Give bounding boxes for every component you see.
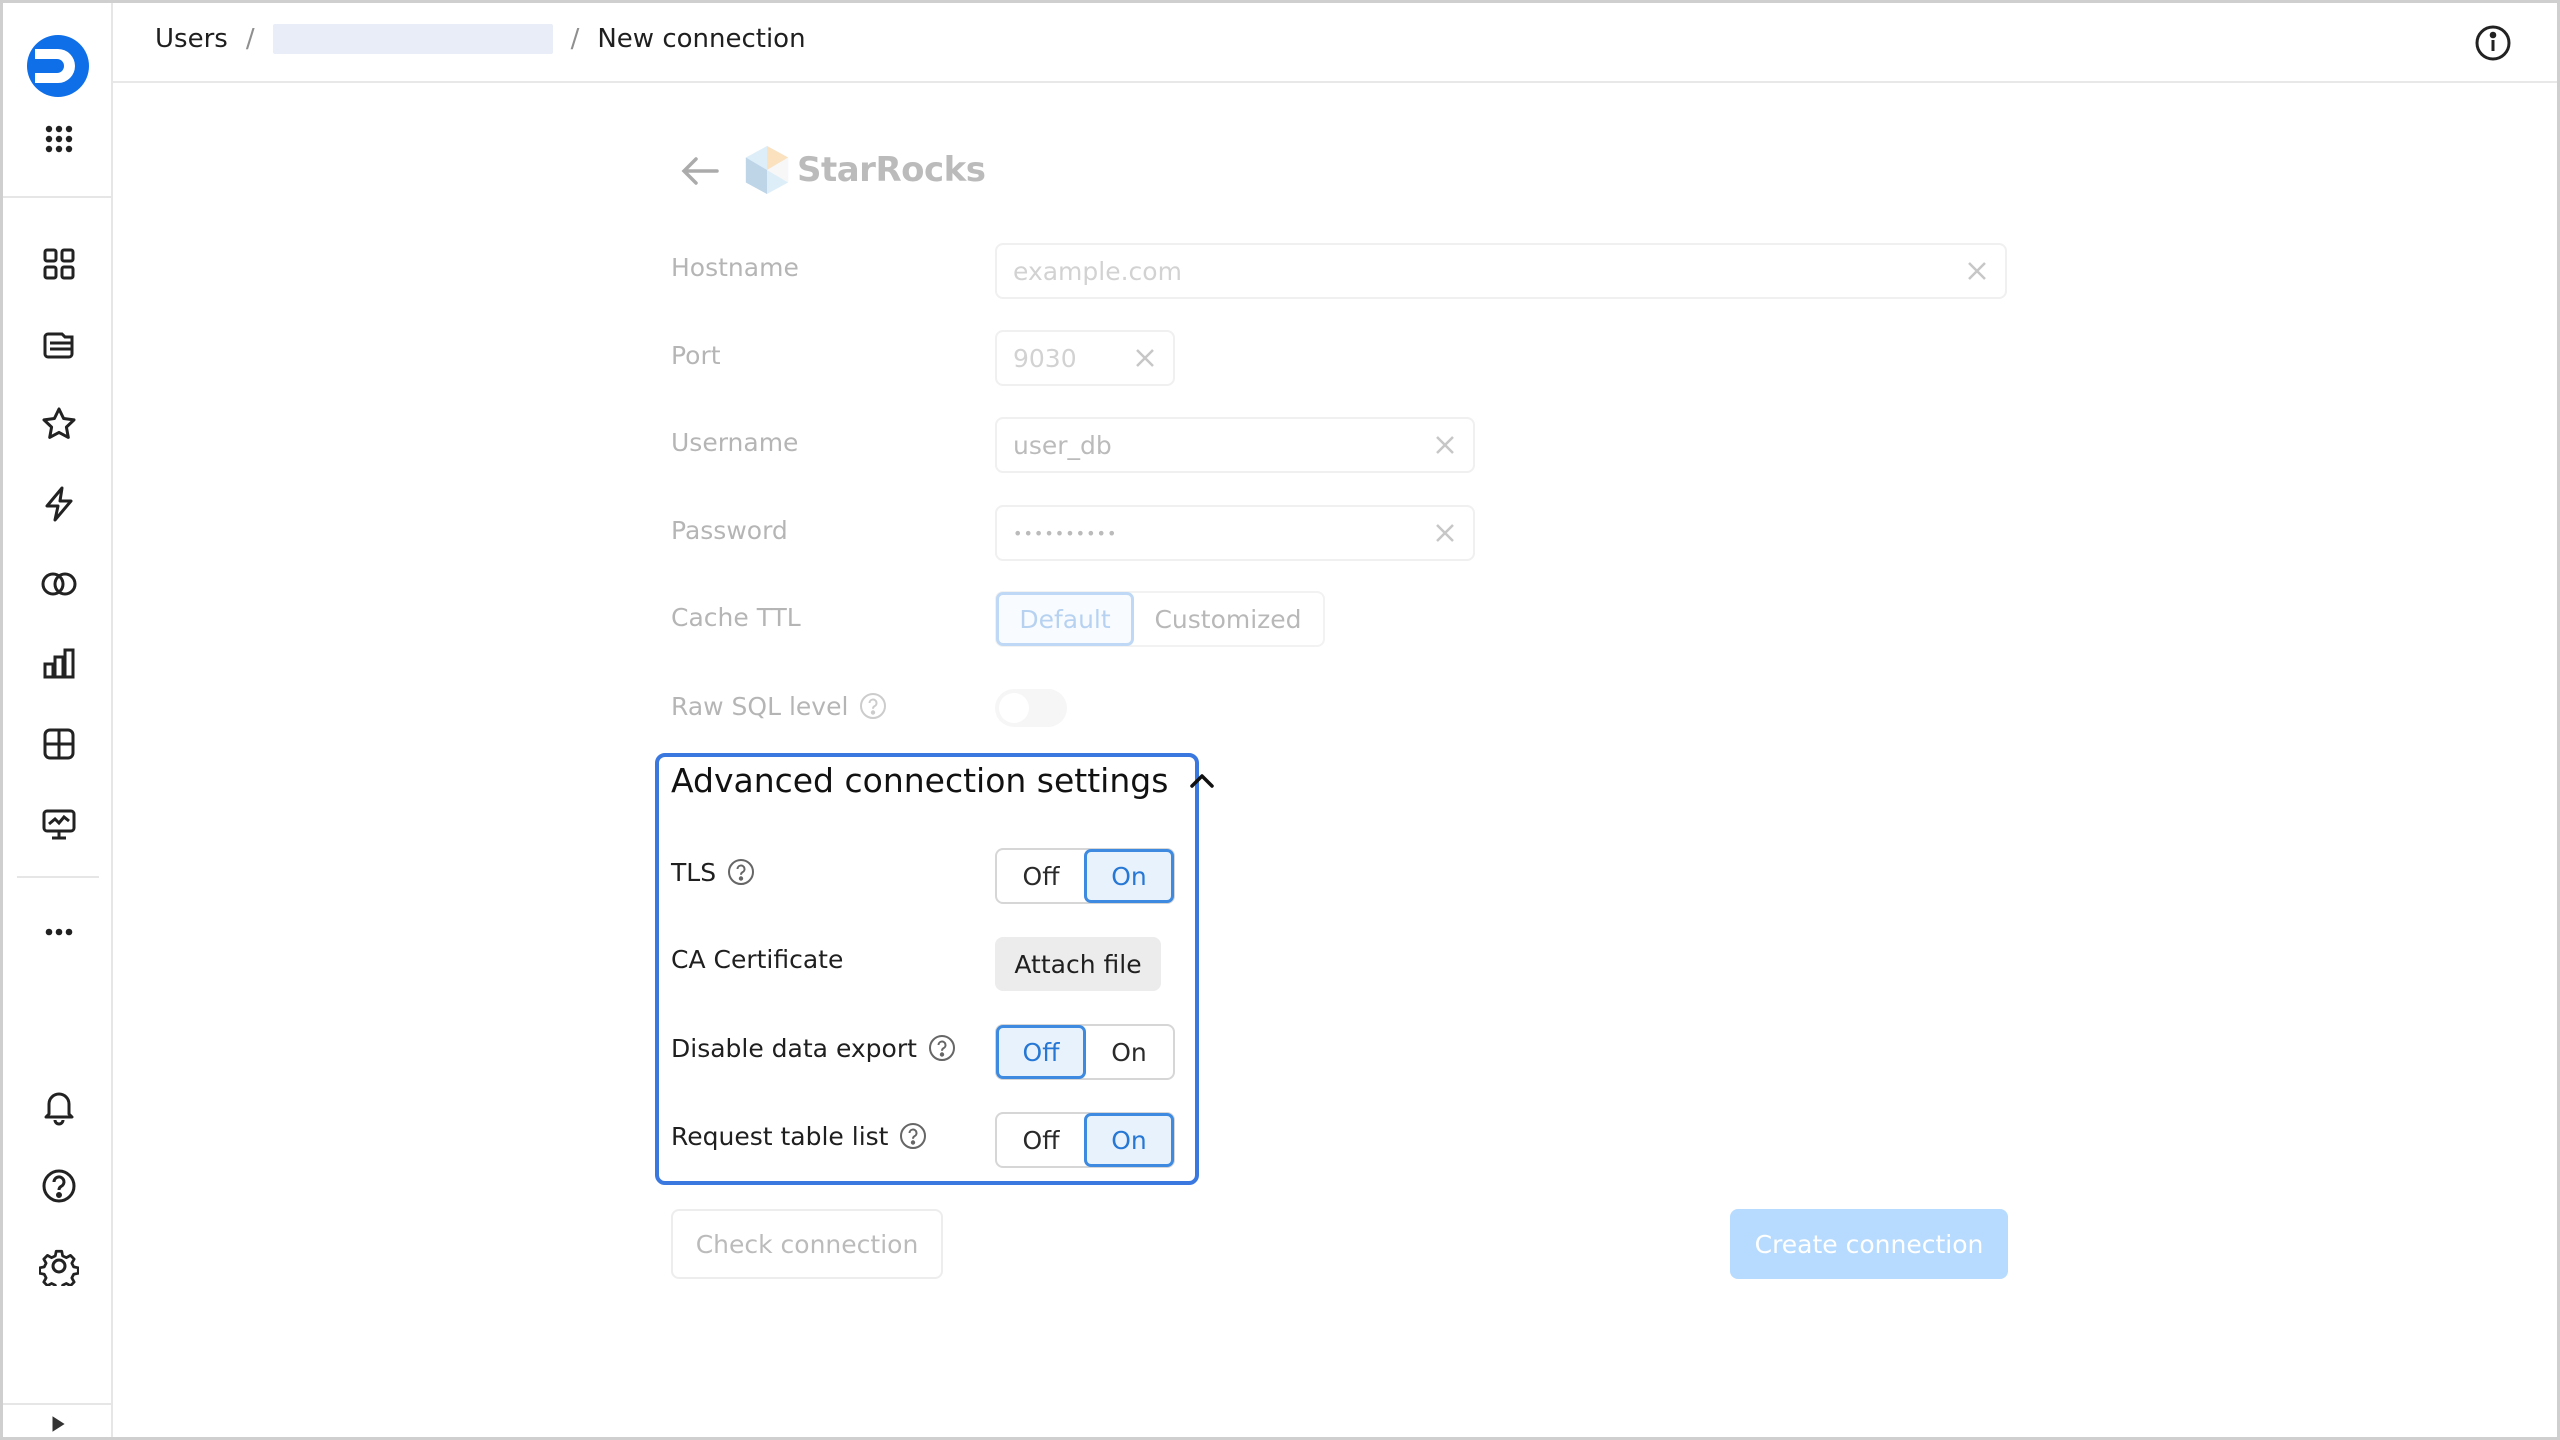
question-icon[interactable]	[927, 1033, 957, 1063]
request-table-list-label: Request table list	[671, 1121, 928, 1151]
hostname-input[interactable]: example.com	[995, 243, 2007, 299]
question-icon[interactable]	[858, 691, 888, 721]
lightning-icon[interactable]	[36, 481, 82, 527]
tls-selector: Off On	[995, 848, 1175, 904]
sidebar	[3, 3, 113, 1437]
breadcrumb-separator: /	[245, 24, 255, 54]
clear-icon[interactable]	[1433, 433, 1457, 457]
collections-icon[interactable]	[36, 321, 82, 367]
chevron-up-icon	[1190, 773, 1215, 788]
starrocks-logo-text: StarRocks	[797, 150, 986, 190]
breadcrumb-redacted-item[interactable]	[272, 24, 553, 54]
breadcrumb-current: New connection	[597, 24, 806, 54]
username-label: Username	[671, 428, 799, 457]
tls-on[interactable]: On	[1084, 849, 1174, 903]
question-icon[interactable]	[726, 857, 756, 887]
arrow-left-icon	[681, 157, 719, 185]
cache-ttl-default[interactable]: Default	[996, 592, 1134, 646]
breadcrumb-users[interactable]: Users	[155, 24, 228, 54]
clear-icon[interactable]	[1965, 259, 1989, 283]
disable-export-off[interactable]: Off	[996, 1025, 1086, 1079]
app-window: Users / / New connection StarRocks Hostn…	[0, 0, 2560, 1440]
password-label: Password	[671, 516, 788, 545]
port-placeholder: 9030	[1013, 343, 1077, 373]
table-icon[interactable]	[36, 721, 82, 767]
tls-label: TLS	[671, 857, 756, 887]
chart-icon[interactable]	[36, 641, 82, 687]
star-icon[interactable]	[36, 401, 82, 447]
clear-icon[interactable]	[1433, 521, 1457, 545]
advanced-settings-toggle[interactable]: Advanced connection settings	[671, 761, 1218, 800]
raw-sql-label: Raw SQL level	[671, 691, 888, 721]
table-list-off[interactable]: Off	[997, 1114, 1085, 1166]
expand-sidebar-button[interactable]	[3, 1403, 113, 1437]
request-table-list-label-text: Request table list	[671, 1121, 889, 1151]
logo-icon[interactable]	[25, 33, 91, 99]
back-button[interactable]	[679, 153, 721, 189]
info-icon	[2475, 25, 2511, 61]
breadcrumb: Users / / New connection	[155, 24, 806, 54]
toggle-knob	[999, 693, 1029, 723]
advanced-settings-title: Advanced connection settings	[671, 761, 1169, 800]
create-connection-button[interactable]: Create connection	[1730, 1209, 2008, 1279]
help-icon[interactable]	[36, 1163, 82, 1209]
bell-icon[interactable]	[36, 1083, 82, 1129]
ca-certificate-label: CA Certificate	[671, 945, 844, 974]
disable-data-export-label-text: Disable data export	[671, 1033, 917, 1063]
apps-grid-icon[interactable]	[36, 116, 82, 162]
tls-label-text: TLS	[671, 857, 717, 887]
breadcrumb-separator: /	[570, 24, 580, 54]
expand-icon	[52, 1416, 65, 1432]
cache-ttl-selector: Default Customized	[995, 591, 1325, 647]
info-button[interactable]	[2473, 23, 2513, 63]
cache-ttl-label: Cache TTL	[671, 603, 801, 632]
port-input[interactable]: 9030	[995, 330, 1175, 386]
username-input[interactable]: user_db	[995, 417, 1475, 473]
password-value: ••••••••••	[1013, 523, 1118, 543]
dashboard-grid-icon[interactable]	[36, 241, 82, 287]
check-connection-button[interactable]: Check connection	[671, 1209, 943, 1279]
rings-icon[interactable]	[36, 561, 82, 607]
sidebar-divider	[3, 196, 113, 198]
more-icon[interactable]	[36, 909, 82, 955]
port-label: Port	[671, 341, 721, 370]
starrocks-logo-icon	[745, 146, 789, 194]
cache-ttl-customized[interactable]: Customized	[1133, 593, 1323, 645]
raw-sql-label-text: Raw SQL level	[671, 691, 849, 721]
question-icon[interactable]	[898, 1121, 928, 1151]
sidebar-divider	[17, 876, 99, 878]
disable-export-on[interactable]: On	[1085, 1026, 1173, 1078]
clear-icon[interactable]	[1133, 346, 1157, 370]
username-value: user_db	[1013, 430, 1112, 460]
header: Users / / New connection	[113, 3, 2557, 83]
attach-file-button[interactable]: Attach file	[995, 937, 1161, 991]
disable-data-export-label: Disable data export	[671, 1033, 957, 1063]
password-input[interactable]: ••••••••••	[995, 505, 1475, 561]
request-table-list-selector: Off On	[995, 1112, 1175, 1168]
disable-data-export-selector: Off On	[995, 1024, 1175, 1080]
gear-icon[interactable]	[36, 1243, 82, 1289]
tls-off[interactable]: Off	[997, 850, 1085, 902]
hostname-placeholder: example.com	[1013, 256, 1182, 286]
table-list-on[interactable]: On	[1084, 1113, 1174, 1167]
monitor-icon[interactable]	[36, 801, 82, 847]
hostname-label: Hostname	[671, 253, 799, 282]
starrocks-logo: StarRocks	[743, 144, 986, 196]
raw-sql-toggle[interactable]	[995, 689, 1067, 727]
